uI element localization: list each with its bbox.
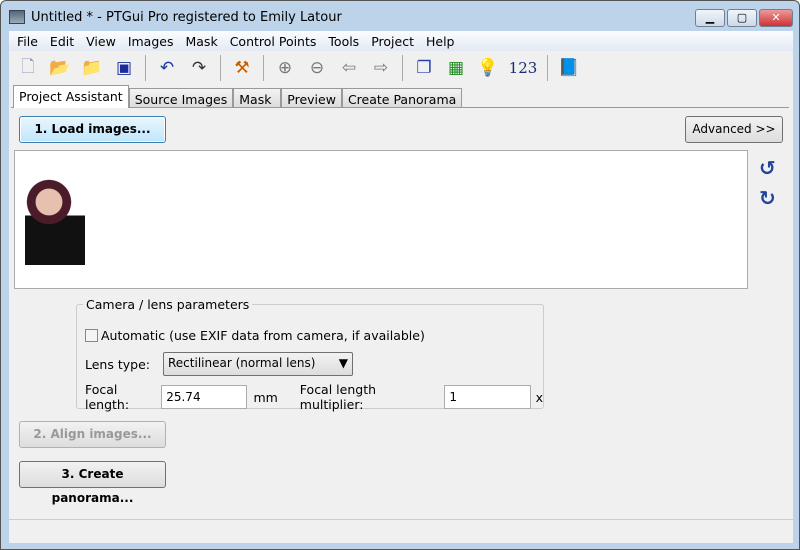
menu-help[interactable]: Help (420, 31, 461, 51)
minimize-button[interactable]: ▁ (695, 9, 725, 27)
open-recent-icon[interactable]: 📁 (79, 55, 105, 81)
multiplier-label: Focal length multiplier: (299, 382, 377, 412)
lens-type-label: Lens type: (85, 356, 150, 372)
panorama-editor-icon[interactable]: ❐ (411, 55, 437, 81)
toolbar-separator (263, 55, 264, 81)
tab-mask[interactable]: Mask (233, 88, 282, 107)
create-panorama-button[interactable]: 3. Create panorama... (19, 461, 166, 505)
lens-type-select[interactable]: Rectilinear (normal lens) ▼ (163, 352, 353, 376)
help-book-icon[interactable]: 📘 (556, 55, 582, 81)
maximize-button[interactable]: ▢ (727, 9, 757, 27)
tab-project-assistant[interactable]: Project Assistant (13, 85, 129, 108)
advanced-button[interactable]: Advanced >> (685, 116, 783, 143)
zoom-in-icon[interactable]: ⊕ (272, 55, 298, 81)
focal-length-label: Focal length: (85, 382, 130, 412)
focal-length-input[interactable]: 25.74 (161, 385, 248, 409)
tools-icon[interactable]: ⚒ (229, 55, 255, 81)
save-icon[interactable]: ▣ (111, 55, 137, 81)
new-file-icon[interactable]: 🗋 (15, 55, 41, 81)
menu-images[interactable]: Images (122, 31, 180, 51)
lightbulb-icon[interactable]: 💡 (475, 55, 501, 81)
automatic-checkbox[interactable] (85, 329, 98, 342)
menu-view[interactable]: View (80, 31, 122, 51)
app-window: Untitled * - PTGui Pro registered to Emi… (0, 0, 800, 550)
project-assistant-panel: 1. Load images... Advanced >> ↺ ↻ Camera… (11, 107, 789, 517)
numbers-button[interactable]: 123 (507, 55, 539, 81)
chevron-down-icon: ▼ (338, 356, 348, 370)
rotate-left-icon[interactable]: ↺ (759, 156, 776, 180)
tab-source-images[interactable]: Source Images (128, 88, 234, 107)
tab-create-panorama[interactable]: Create Panorama (341, 88, 463, 107)
toolbar-separator (145, 55, 146, 81)
tab-preview[interactable]: Preview (281, 88, 342, 107)
rotate-right-icon[interactable]: ↻ (759, 186, 776, 210)
menu-tools[interactable]: Tools (322, 31, 365, 51)
focal-unit: mm (253, 389, 278, 405)
multiplier-input[interactable]: 1 (444, 385, 531, 409)
redo-icon[interactable]: ↷ (186, 55, 212, 81)
zoom-out-icon[interactable]: ⊖ (304, 55, 330, 81)
menu-mask[interactable]: Mask (179, 31, 223, 51)
camera-lens-group: Camera / lens parameters Automatic (use … (76, 297, 544, 412)
menu-edit[interactable]: Edit (44, 31, 80, 51)
close-button[interactable]: ✕ (759, 9, 793, 27)
align-images-button[interactable]: 2. Align images... (19, 421, 166, 448)
camera-lens-legend: Camera / lens parameters (86, 297, 250, 312)
menu-control-points[interactable]: Control Points (224, 31, 323, 51)
lens-type-value: Rectilinear (normal lens) (168, 356, 316, 370)
window-title: Untitled * - PTGui Pro registered to Emi… (31, 9, 342, 25)
toolbar-separator (402, 55, 403, 81)
title-bar: Untitled * - PTGui Pro registered to Emi… (9, 7, 342, 27)
toolbar-separator (547, 55, 548, 81)
status-bar (9, 519, 793, 543)
multiplier-unit: x (535, 389, 543, 405)
image-thumbnail[interactable] (25, 175, 85, 265)
menu-bar: File Edit View Images Mask Control Point… (9, 31, 793, 51)
app-icon (9, 10, 25, 24)
load-images-button[interactable]: 1. Load images... (19, 116, 166, 143)
toolbar-separator (220, 55, 221, 81)
automatic-label: Automatic (use EXIF data from camera, if… (101, 328, 425, 343)
table-icon[interactable]: ▦ (443, 55, 469, 81)
menu-file[interactable]: File (11, 31, 44, 51)
image-list[interactable] (14, 150, 748, 289)
open-folder-icon[interactable]: 📂 (47, 55, 73, 81)
arrow-left-icon[interactable]: ⇦ (336, 55, 362, 81)
arrow-right-icon[interactable]: ⇨ (368, 55, 394, 81)
toolbar: 🗋 📂 📁 ▣ ↶ ↷ ⚒ ⊕ ⊖ ⇦ ⇨ ❐ ▦ 💡 123 📘 (9, 51, 793, 85)
menu-project[interactable]: Project (365, 31, 420, 51)
undo-icon[interactable]: ↶ (154, 55, 180, 81)
